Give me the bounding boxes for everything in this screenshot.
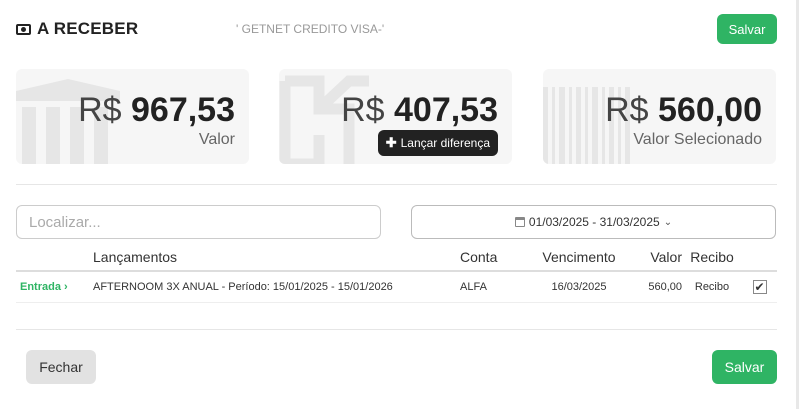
close-button[interactable]: Fechar bbox=[26, 350, 96, 384]
row-tipo: Entrada bbox=[20, 281, 61, 293]
row-recibo[interactable]: Recibo bbox=[682, 271, 742, 303]
modal-title-text: A RECEBER bbox=[37, 19, 139, 38]
card-diferenca-amount: R$ 407,53 bbox=[341, 91, 498, 129]
check-icon: ✔ bbox=[754, 280, 765, 294]
col-header-lancamentos: Lançamentos bbox=[93, 244, 460, 272]
col-header-recibo: Recibo bbox=[682, 244, 742, 272]
row-vencimento: 16/03/2025 bbox=[526, 271, 632, 303]
row-select-checkbox[interactable]: ✔ bbox=[752, 280, 767, 294]
lancar-diferenca-label: Lançar diferença bbox=[400, 136, 490, 150]
col-header-tipo bbox=[16, 244, 93, 272]
row-select-cell: ✔ bbox=[742, 271, 777, 303]
save-button-top[interactable]: Salvar bbox=[717, 14, 777, 44]
date-range-label: 01/03/2025 - 31/03/2025 bbox=[528, 215, 660, 229]
chevron-down-icon: ⌄ bbox=[663, 216, 673, 228]
card-selecionado: R$ 560,00 Valor Selecionado bbox=[543, 69, 776, 164]
modal-header: A RECEBER ' GETNET CREDITO VISA-' Salvar bbox=[16, 14, 777, 44]
card-selecionado-amount: R$ 560,00 bbox=[605, 91, 762, 129]
card-diferenca: R$ 407,53 ✚ Lançar diferença bbox=[279, 69, 512, 164]
chevron-right-icon: › bbox=[64, 281, 68, 293]
calendar-icon bbox=[514, 217, 525, 227]
card-valor-amount: R$ 967,53 bbox=[78, 91, 235, 129]
row-lancamento: AFTERNOOM 3X ANUAL - Período: 15/01/2025… bbox=[93, 271, 460, 303]
account-subtitle: ' GETNET CREDITO VISA-' bbox=[236, 22, 385, 36]
divider bbox=[16, 184, 777, 185]
col-header-vencimento: Vencimento bbox=[526, 244, 632, 272]
card-valor: R$ 967,53 Valor bbox=[16, 69, 249, 164]
search-input[interactable] bbox=[16, 205, 381, 239]
table-header-row: Lançamentos Conta Vencimento Valor Recib… bbox=[16, 244, 777, 272]
plus-icon: ✚ bbox=[385, 135, 397, 150]
lancar-diferenca-button[interactable]: ✚ Lançar diferença bbox=[377, 130, 498, 156]
date-range-picker[interactable]: 01/03/2025 - 31/03/2025 ⌄ bbox=[411, 205, 776, 239]
col-header-valor: Valor bbox=[632, 244, 682, 272]
money-icon bbox=[16, 23, 31, 35]
table-row[interactable]: Entrada › AFTERNOOM 3X ANUAL - Período: … bbox=[16, 271, 777, 303]
row-tipo-link[interactable]: Entrada › bbox=[16, 271, 93, 303]
col-header-conta: Conta bbox=[460, 244, 526, 272]
divider-footer bbox=[16, 329, 777, 330]
lancamentos-table: Lançamentos Conta Vencimento Valor Recib… bbox=[16, 244, 777, 303]
card-selecionado-label: Valor Selecionado bbox=[633, 131, 762, 148]
card-valor-label: Valor bbox=[198, 131, 235, 148]
col-header-select bbox=[742, 244, 777, 272]
save-button-bottom[interactable]: Salvar bbox=[712, 350, 777, 384]
row-conta: ALFA bbox=[460, 271, 526, 303]
row-valor: 560,00 bbox=[632, 271, 682, 303]
summary-cards: R$ 967,53 Valor R$ 407,53 ✚ Lançar difer… bbox=[16, 69, 777, 164]
modal-title: A RECEBER bbox=[16, 19, 138, 39]
